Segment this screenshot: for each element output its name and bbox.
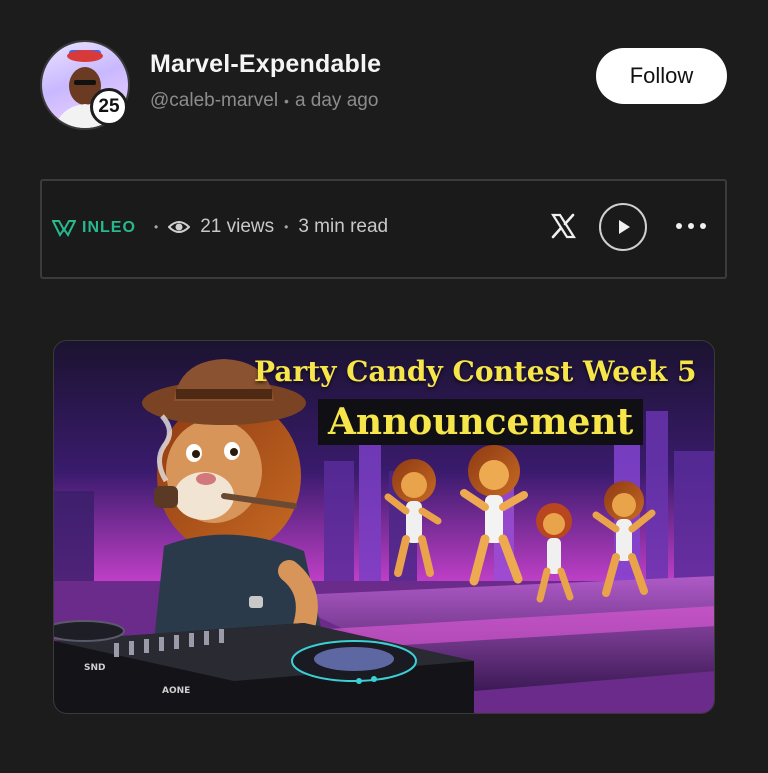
cover-illustration [54, 341, 714, 713]
author-avatar-wrap[interactable]: 25 [40, 40, 130, 130]
stat-row: • 21 views • 3 min read [154, 216, 388, 238]
post-timestamp: a day ago [294, 90, 379, 111]
inleo-logo-icon [52, 220, 76, 237]
author-name[interactable]: Marvel-Expendable [150, 50, 381, 79]
deck-label-1: SND [84, 663, 106, 673]
separator-dot: • [154, 220, 159, 234]
reputation-badge: 25 [90, 88, 128, 126]
more-dots-icon[interactable] [676, 215, 706, 237]
read-time: 3 min read [298, 216, 389, 237]
deck-label-2: AONE [162, 686, 191, 696]
follow-button[interactable]: Follow [596, 48, 727, 104]
author-meta: @caleb-marvel • a day ago [150, 90, 378, 112]
x-logo-icon[interactable] [550, 213, 578, 243]
post-card: 25 Marvel-Expendable @caleb-marvel • a d… [0, 0, 768, 773]
eye-icon [168, 219, 191, 235]
post-stats-bar: INLEO • 21 views • 3 min read [40, 179, 727, 279]
views-count: 21 views [200, 216, 275, 237]
platform-name: INLEO [82, 219, 136, 236]
cover-title-line-1: Party Candy Contest Week 5 [254, 355, 697, 388]
separator-dot: • [284, 220, 289, 234]
play-button[interactable] [599, 203, 647, 251]
cover-title-line-2: Announcement [318, 399, 644, 445]
author-handle[interactable]: @caleb-marvel [150, 90, 278, 112]
post-cover-image[interactable]: Party Candy Contest Week 5 Announcement … [53, 340, 715, 714]
platform-logo[interactable]: INLEO [52, 219, 136, 237]
play-icon [619, 220, 630, 234]
separator-dot: • [284, 93, 289, 109]
